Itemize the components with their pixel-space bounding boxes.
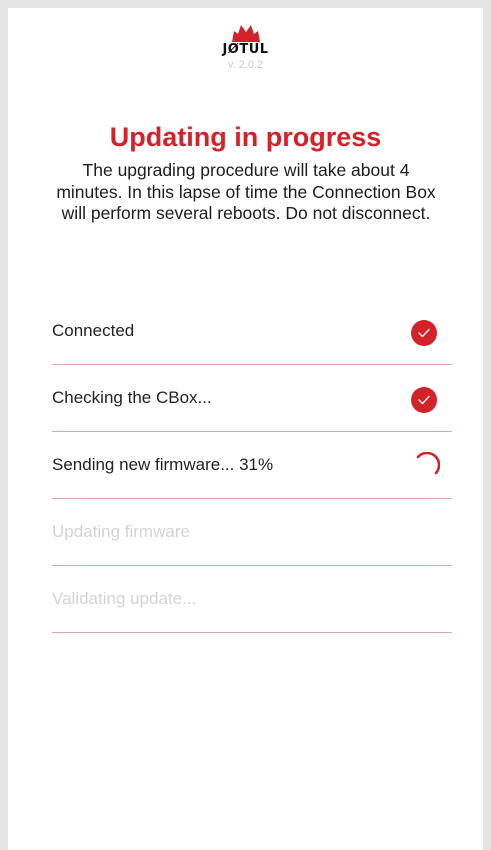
step-validating-update: Validating update... (52, 566, 452, 633)
update-screen: JØTUL v. 2.0.2 Updating in progress The … (8, 8, 483, 850)
check-icon (411, 387, 437, 413)
step-checking-cbox: Checking the CBox... (52, 365, 452, 432)
step-label: Checking the CBox... (52, 388, 212, 407)
flame-icon (231, 25, 260, 42)
step-updating-firmware: Updating firmware (52, 499, 452, 566)
step-sending-firmware: Sending new firmware... 31% (52, 432, 452, 499)
step-label: Sending new firmware... 31% (52, 455, 274, 474)
step-label: Connected (52, 321, 135, 340)
step-label: Validating update... (52, 589, 197, 608)
page-title: Updating in progress (109, 122, 382, 152)
step-label: Updating firmware (52, 522, 190, 541)
jotul-logo: JØTUL v. 2.0.2 (8, 24, 483, 72)
step-connected: Connected (52, 298, 452, 365)
update-description: The upgrading procedure will take about … (56, 160, 436, 223)
check-icon (411, 320, 437, 346)
app-version: v. 2.0.2 (227, 59, 264, 71)
update-steps-list: Connected Checking the CBox... Sending n… (52, 298, 452, 633)
brand-name: JØTUL (222, 42, 269, 57)
spinner-icon (416, 452, 440, 475)
